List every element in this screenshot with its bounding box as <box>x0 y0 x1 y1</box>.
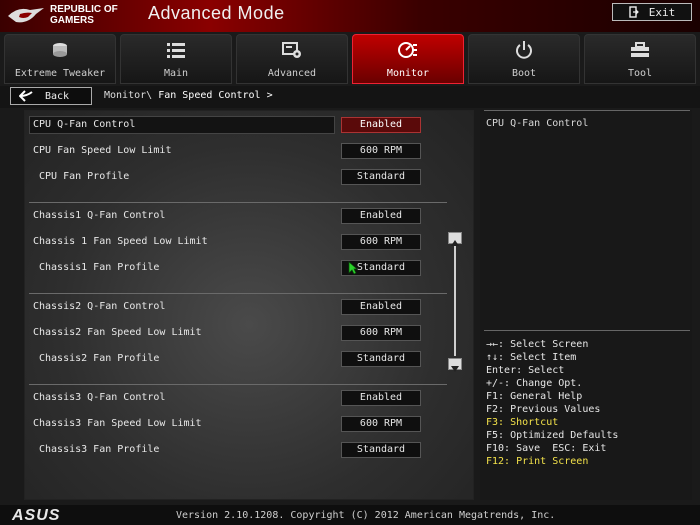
key-hint: F10: Save ESC: Exit <box>486 443 607 454</box>
setting-label: Chassis3 Q-Fan Control <box>33 392 166 403</box>
setting-label: Chassis1 Q-Fan Control <box>33 210 166 221</box>
exit-label: Exit <box>648 5 676 19</box>
scroll-down-button[interactable] <box>448 358 462 372</box>
setting-label: Chassis3 Fan Speed Low Limit <box>33 418 202 429</box>
setting-row-chassis2-qfan-control[interactable]: Chassis2 Q-Fan Control Enabled <box>29 298 429 316</box>
logo-line1: REPUBLIC OF <box>50 4 118 15</box>
nav-bar: Back Monitor\ Fan Speed Control > <box>0 86 700 108</box>
mouse-cursor-icon <box>348 261 358 275</box>
exit-button[interactable]: Exit <box>612 3 692 21</box>
back-button[interactable]: Back <box>10 87 92 105</box>
monitor-icon <box>398 42 417 58</box>
setting-label: CPU Fan Speed Low Limit <box>33 145 172 156</box>
breadcrumb-parent[interactable]: Monitor\ <box>104 90 152 101</box>
tab-label: Monitor <box>386 68 430 79</box>
setting-row-chassis3-fan-profile[interactable]: Chassis3 Fan Profile Standard <box>29 441 429 459</box>
section-divider <box>29 293 447 294</box>
key-hint: ↑↓: Select Item <box>486 352 577 363</box>
key-hint: →←: Select Screen <box>486 339 589 350</box>
help-divider-top <box>484 110 690 111</box>
exit-door-icon <box>629 6 639 18</box>
scroll-track[interactable] <box>454 246 456 356</box>
version-text: Version 2.10.1208. Copyright (C) 2012 Am… <box>176 510 556 521</box>
tab-extreme-tweaker[interactable]: Extreme Tweaker <box>4 34 116 84</box>
setting-label: CPU Q-Fan Control <box>33 119 136 130</box>
footer-bar: ASUS Version 2.10.1208. Copyright (C) 20… <box>0 505 700 525</box>
rog-eye-icon <box>8 8 44 23</box>
setting-row-cpu-fan-speed-low-limit[interactable]: CPU Fan Speed Low Limit 600 RPM <box>29 142 429 160</box>
setting-label: Chassis 1 Fan Speed Low Limit <box>33 236 208 247</box>
tab-tool[interactable]: Tool <box>584 34 696 84</box>
setting-label: Chassis2 Fan Profile <box>39 353 160 364</box>
key-hint: F2: Previous Values <box>486 404 601 415</box>
setting-value[interactable]: Enabled <box>341 390 421 406</box>
triangle-down-icon <box>451 366 459 372</box>
tab-monitor[interactable]: Monitor <box>352 34 464 84</box>
section-divider <box>29 384 447 385</box>
setting-value[interactable]: Standard <box>341 351 421 367</box>
setting-value[interactable]: Enabled <box>341 208 421 224</box>
list-icon <box>167 43 185 58</box>
setting-value[interactable]: 600 RPM <box>341 416 421 432</box>
setting-value[interactable]: Standard <box>341 169 421 185</box>
setting-value[interactable]: Enabled <box>341 299 421 315</box>
logo-line2: GAMERS <box>50 15 94 26</box>
help-pane: CPU Q-Fan Control →←: Select Screen ↑↓: … <box>480 110 692 500</box>
header-bar: REPUBLIC OF GAMERS Advanced Mode Exit <box>0 0 700 32</box>
setting-row-chassis1-qfan-control[interactable]: Chassis1 Q-Fan Control Enabled <box>29 207 429 225</box>
tab-advanced[interactable]: Advanced <box>236 34 348 84</box>
setting-row-chassis2-fan-speed-low-limit[interactable]: Chassis2 Fan Speed Low Limit 600 RPM <box>29 324 429 342</box>
setting-row-chassis3-qfan-control[interactable]: Chassis3 Q-Fan Control Enabled <box>29 389 429 407</box>
key-hint-print-screen[interactable]: F12: Print Screen <box>486 455 618 468</box>
breadcrumb: Monitor\ Fan Speed Control > <box>104 90 273 101</box>
key-hint: +/-: Change Opt. <box>486 378 583 389</box>
back-label: Back <box>45 90 70 102</box>
tool-icon <box>631 42 649 57</box>
setting-label: Chassis2 Q-Fan Control <box>33 301 166 312</box>
scroll-up-button[interactable] <box>448 232 462 246</box>
key-hint-shortcut[interactable]: F3: Shortcut <box>486 416 618 429</box>
tweaker-icon <box>53 43 67 57</box>
main-tabs: Extreme Tweaker Main Advanced Monitor Bo… <box>4 34 696 84</box>
power-icon <box>516 41 532 59</box>
back-arrow-icon <box>19 90 33 102</box>
tab-label: Extreme Tweaker <box>14 68 106 79</box>
tab-main[interactable]: Main <box>120 34 232 84</box>
setting-value[interactable]: 600 RPM <box>341 143 421 159</box>
setting-row-chassis2-fan-profile[interactable]: Chassis2 Fan Profile Standard <box>29 350 429 368</box>
section-divider <box>29 202 447 203</box>
help-divider-mid <box>484 330 690 331</box>
setting-row-chassis3-fan-speed-low-limit[interactable]: Chassis3 Fan Speed Low Limit 600 RPM <box>29 415 429 433</box>
key-hint: F5: Optimized Defaults <box>486 430 619 441</box>
setting-value[interactable]: Standard <box>341 442 421 458</box>
setting-row-cpu-fan-profile[interactable]: CPU Fan Profile Standard <box>29 168 429 186</box>
settings-panel: CPU Q-Fan Control Enabled CPU Fan Speed … <box>24 110 474 500</box>
tab-boot[interactable]: Boot <box>468 34 580 84</box>
tab-label: Boot <box>511 68 537 79</box>
rog-logo: REPUBLIC OF GAMERS <box>6 2 136 30</box>
setting-label: CPU Fan Profile <box>39 171 130 182</box>
setting-label: Chassis2 Fan Speed Low Limit <box>33 327 202 338</box>
help-title: CPU Q-Fan Control <box>486 118 589 129</box>
tab-label: Main <box>163 68 189 79</box>
key-hint: F1: General Help <box>486 391 583 402</box>
setting-value[interactable]: Enabled <box>341 117 421 133</box>
setting-row-chassis1-fan-speed-low-limit[interactable]: Chassis 1 Fan Speed Low Limit 600 RPM <box>29 233 429 251</box>
setting-value[interactable]: 600 RPM <box>341 325 421 341</box>
page-title: Advanced Mode <box>148 3 285 23</box>
tab-label: Advanced <box>267 68 317 79</box>
setting-row-chassis1-fan-profile[interactable]: Chassis1 Fan Profile Standard <box>29 259 429 277</box>
setting-label: Chassis1 Fan Profile <box>39 262 160 273</box>
setting-row-cpu-qfan-control[interactable]: CPU Q-Fan Control Enabled <box>29 116 429 134</box>
setting-label: Chassis3 Fan Profile <box>39 444 160 455</box>
advanced-icon <box>282 42 301 58</box>
tab-label: Tool <box>627 68 653 79</box>
breadcrumb-current: Fan Speed Control > <box>158 90 273 101</box>
scrollbar[interactable] <box>448 232 462 372</box>
asus-logo: ASUS <box>12 507 61 524</box>
key-legend: →←: Select Screen ↑↓: Select Item Enter:… <box>486 338 618 468</box>
setting-value[interactable]: 600 RPM <box>341 234 421 250</box>
key-hint: Enter: Select <box>486 365 565 376</box>
